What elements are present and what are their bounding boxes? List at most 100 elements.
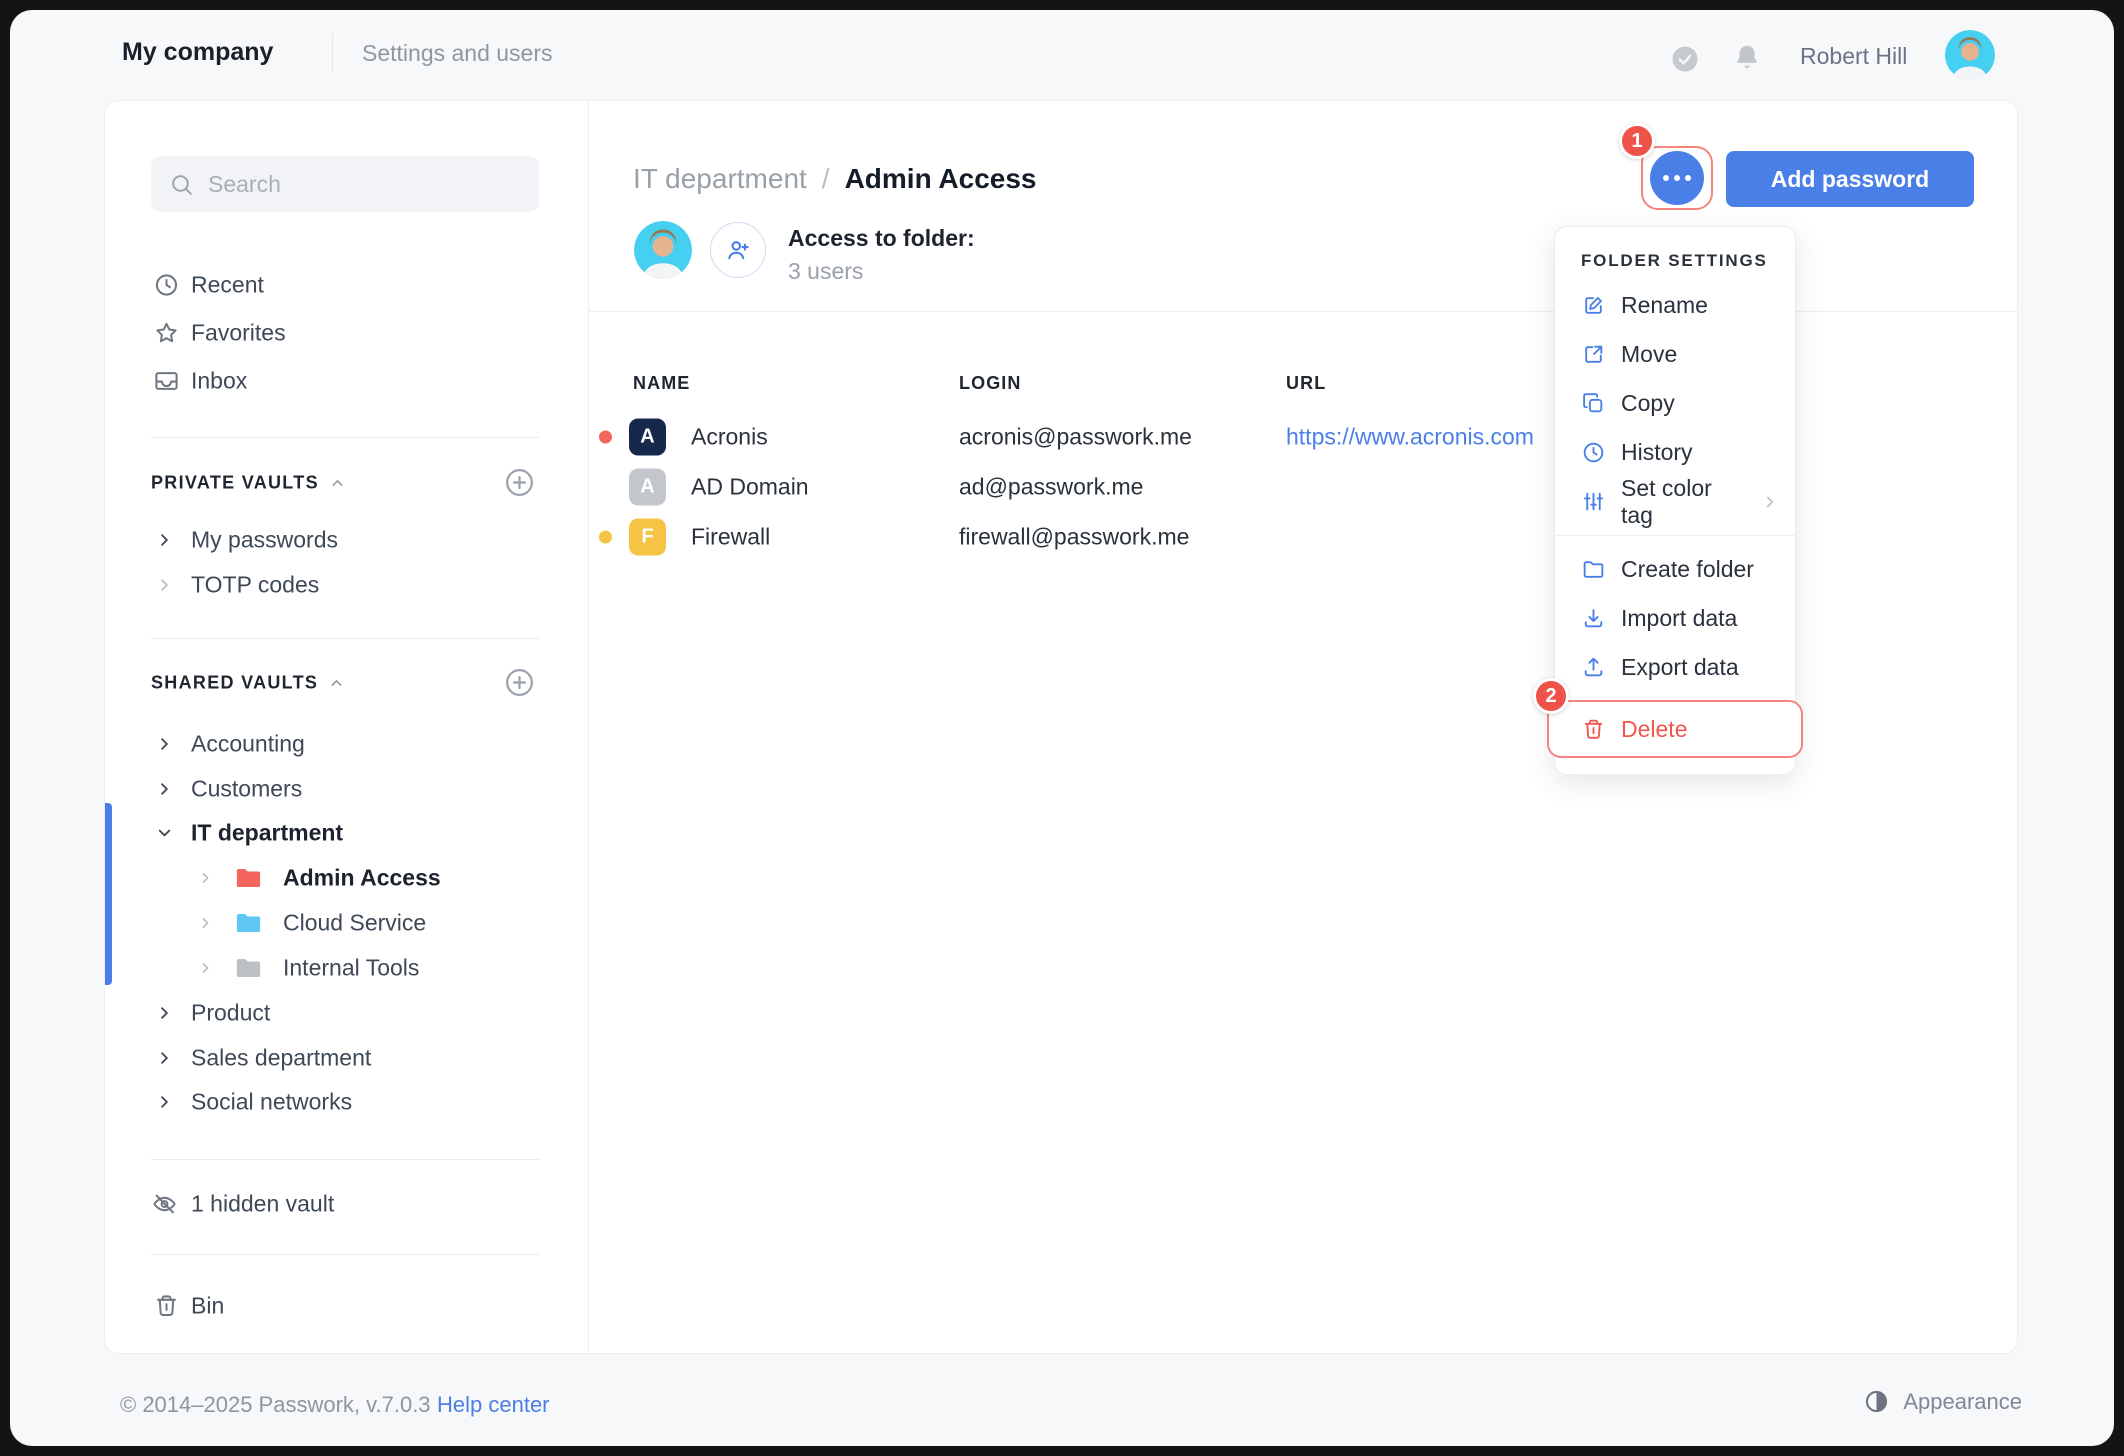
vault-label: Customers bbox=[191, 775, 303, 802]
menu-item-export-data[interactable]: Export data bbox=[1555, 643, 1795, 692]
inbox-icon bbox=[155, 372, 178, 390]
sidebar-item-favorites[interactable]: Favorites bbox=[105, 310, 588, 356]
vault-label: Social networks bbox=[191, 1088, 353, 1115]
sidebar-item-my-passwords[interactable]: My passwords bbox=[105, 517, 588, 563]
sidebar-item-totp-codes[interactable]: TOTP codes bbox=[105, 562, 588, 608]
add-shared-vault-button[interactable] bbox=[503, 666, 536, 699]
sidebar-section-divider bbox=[151, 638, 539, 639]
section-title: PRIVATE VAULTS bbox=[151, 472, 319, 493]
sidebar-item-label: Recent bbox=[191, 271, 264, 298]
main-card: Recent Favorites Inbox PRIVATE VAULTS My… bbox=[104, 100, 2018, 1354]
check-circle-icon[interactable] bbox=[1670, 44, 1700, 74]
export-upload-icon bbox=[1584, 657, 1603, 677]
breadcrumb-parent[interactable]: IT department bbox=[633, 163, 807, 195]
menu-item-copy[interactable]: Copy bbox=[1555, 379, 1795, 428]
menu-title: FOLDER SETTINGS bbox=[1581, 251, 1768, 270]
folder-label: Admin Access bbox=[283, 864, 441, 891]
sidebar-item-inbox[interactable]: Inbox bbox=[105, 358, 588, 404]
sidebar-item-social-networks[interactable]: Social networks bbox=[105, 1079, 588, 1125]
copyright-text: © 2014–2025 Passwork, v.7.0.3 bbox=[120, 1392, 431, 1417]
password-row-ad-domain[interactable]: A AD Domain ad@passwork.me bbox=[589, 462, 2017, 512]
chevron-right-icon bbox=[1766, 496, 1774, 507]
password-login: acronis@passwork.me bbox=[959, 423, 1192, 450]
menu-item-label: Set color tag bbox=[1621, 474, 1712, 528]
settings-and-users-link[interactable]: Settings and users bbox=[362, 40, 553, 67]
chevron-right-icon bbox=[161, 534, 168, 546]
menu-item-rename[interactable]: Rename bbox=[1555, 281, 1795, 330]
content-divider bbox=[589, 311, 2017, 312]
sidebar-item-sales-department[interactable]: Sales department bbox=[105, 1035, 588, 1081]
notifications-bell-icon[interactable] bbox=[1732, 42, 1762, 72]
chevron-right-icon bbox=[202, 917, 209, 929]
color-tag-yellow bbox=[599, 530, 612, 544]
chevron-up-icon[interactable] bbox=[328, 675, 345, 692]
menu-item-create-folder[interactable]: Create folder bbox=[1555, 545, 1795, 594]
menu-item-move[interactable]: Move bbox=[1555, 330, 1795, 379]
password-row-firewall[interactable]: F Firewall firewall@passwork.me bbox=[589, 512, 2017, 562]
menu-item-set-color-tag[interactable]: Set color tag bbox=[1555, 474, 1795, 528]
search-input[interactable] bbox=[208, 170, 521, 198]
folder-label: Cloud Service bbox=[283, 909, 427, 936]
menu-item-label: History bbox=[1621, 439, 1693, 465]
menu-item-delete[interactable]: 2 Delete bbox=[1533, 678, 1803, 758]
add-private-vault-button[interactable] bbox=[503, 466, 536, 499]
shared-vaults-header: SHARED VAULTS bbox=[105, 661, 588, 705]
sidebar-item-product[interactable]: Product bbox=[105, 990, 588, 1036]
menu-item-label: Delete bbox=[1621, 715, 1688, 742]
folder-outline-icon bbox=[1583, 561, 1604, 578]
user-avatar[interactable] bbox=[1945, 30, 1995, 80]
sidebar-item-customers[interactable]: Customers bbox=[105, 766, 588, 812]
sidebar-item-hidden-vault[interactable]: 1 hidden vault bbox=[105, 1181, 588, 1227]
vault-label: My passwords bbox=[191, 526, 338, 553]
sidebar-section-divider bbox=[151, 437, 539, 438]
sidebar-item-label: 1 hidden vault bbox=[191, 1190, 335, 1217]
chevron-right-icon bbox=[161, 579, 168, 591]
section-title: SHARED VAULTS bbox=[151, 672, 319, 693]
sidebar-item-it-department[interactable]: IT department bbox=[105, 810, 588, 856]
help-center-link[interactable]: Help center bbox=[437, 1392, 550, 1418]
folder-icon-blue bbox=[236, 913, 261, 933]
sidebar-item-admin-access[interactable]: Admin Access bbox=[105, 855, 588, 901]
folder-member-avatar[interactable] bbox=[634, 221, 692, 279]
sidebar-item-bin[interactable]: Bin bbox=[105, 1283, 588, 1329]
sidebar-item-cloud-service[interactable]: Cloud Service bbox=[105, 900, 588, 946]
password-row-acronis[interactable]: A Acronis acronis@passwork.me https://ww… bbox=[589, 412, 2017, 462]
menu-item-label: Rename bbox=[1621, 292, 1708, 318]
column-header-url: URL bbox=[1286, 373, 1327, 393]
user-name[interactable]: Robert Hill bbox=[1800, 43, 1907, 70]
vault-label: IT department bbox=[191, 819, 344, 846]
menu-item-import-data[interactable]: Import data bbox=[1555, 594, 1795, 643]
sidebar-item-recent[interactable]: Recent bbox=[105, 262, 588, 308]
add-password-button[interactable]: Add password bbox=[1726, 151, 1974, 207]
appearance-toggle[interactable]: Appearance bbox=[1863, 1388, 2022, 1415]
rename-icon bbox=[1585, 297, 1602, 314]
sidebar-item-accounting[interactable]: Accounting bbox=[105, 721, 588, 767]
password-url-link[interactable]: https://www.acronis.com bbox=[1286, 424, 1534, 451]
search-box bbox=[151, 156, 539, 212]
menu-item-label: Export data bbox=[1621, 654, 1739, 680]
vault-label: TOTP codes bbox=[191, 571, 320, 598]
chevron-right-icon bbox=[161, 738, 168, 750]
menu-item-history[interactable]: History bbox=[1555, 428, 1795, 477]
chevron-right-icon bbox=[161, 783, 168, 795]
password-name: Acronis bbox=[691, 423, 768, 450]
access-to-folder-count[interactable]: 3 users bbox=[788, 258, 863, 285]
appearance-label: Appearance bbox=[1903, 1388, 2022, 1414]
vault-label: Accounting bbox=[191, 730, 305, 757]
private-vaults-header: PRIVATE VAULTS bbox=[105, 461, 588, 505]
sidebar-item-label: Bin bbox=[191, 1292, 225, 1319]
trash-icon bbox=[1584, 719, 1603, 739]
step-badge-2: 2 bbox=[1533, 678, 1569, 714]
sidebar-item-internal-tools[interactable]: Internal Tools bbox=[105, 945, 588, 991]
chevron-right-icon bbox=[202, 872, 209, 884]
password-login: ad@passwork.me bbox=[959, 473, 1144, 500]
sidebar-divider bbox=[588, 101, 589, 1353]
move-icon bbox=[1585, 345, 1603, 363]
chevron-right-icon bbox=[202, 962, 209, 974]
folder-more-button[interactable] bbox=[1650, 151, 1704, 205]
sidebar-section-divider bbox=[151, 1254, 539, 1255]
chevron-up-icon[interactable] bbox=[329, 475, 346, 492]
search-icon bbox=[172, 174, 192, 195]
password-icon: F bbox=[629, 518, 666, 556]
invite-user-button[interactable] bbox=[710, 222, 766, 278]
